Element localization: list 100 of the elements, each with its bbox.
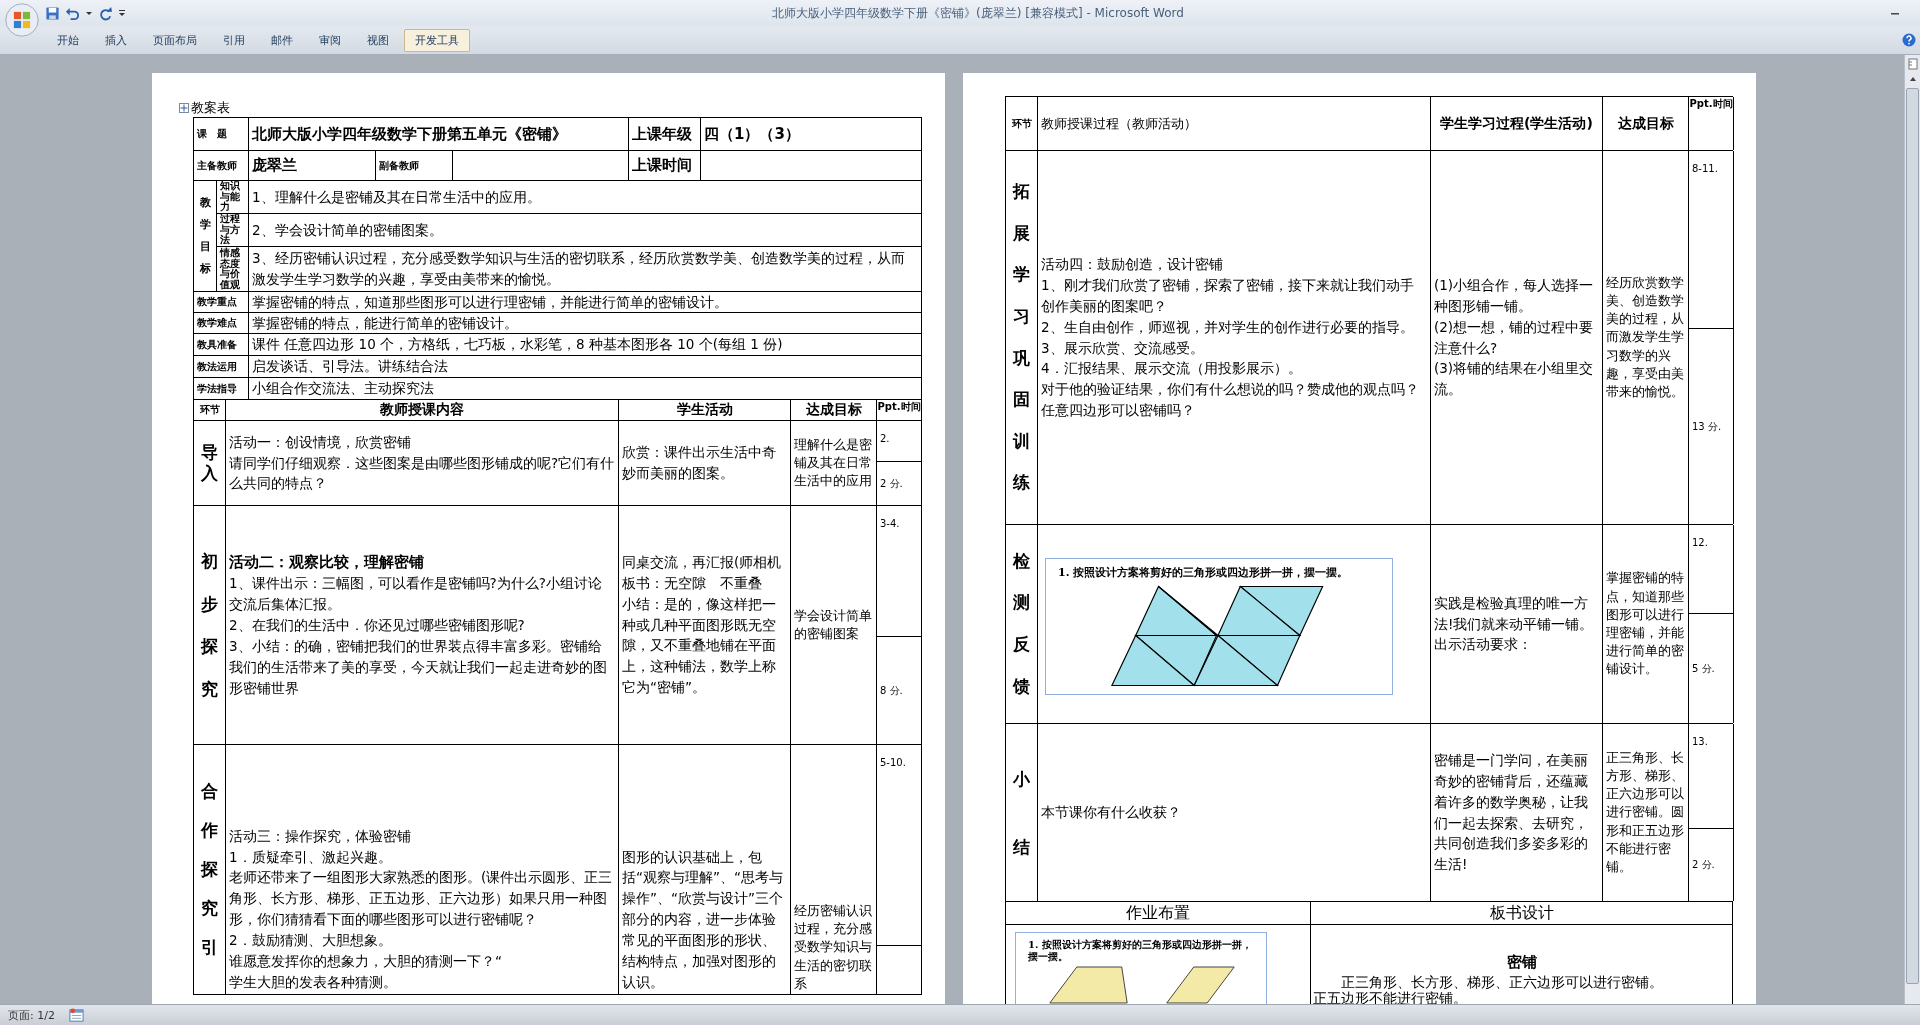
stage-label: 导入 (201, 441, 218, 485)
time-text: 5 分. (1692, 661, 1715, 676)
field-value: 掌握密铺的特点，能进行简单的密铺设计。 (252, 313, 519, 333)
ribbon-tab[interactable]: 页面布局 (142, 28, 208, 52)
ribbon-tab[interactable]: 插入 (94, 28, 138, 52)
goal-text: 经历密铺认识过程，充分感受数学知识与生活的密切联系 (794, 902, 873, 993)
student-activity-text: 同桌交流，再汇报(师相机板书：无空隙 不重叠 (622, 552, 783, 593)
lesson-text: 活动四：鼓励创造，设计密铺 (1041, 254, 1224, 274)
ribbon-tab[interactable]: 开始 (46, 28, 90, 52)
table-move-handle-icon[interactable] (179, 103, 189, 113)
layout-icon[interactable] (68, 1007, 84, 1023)
student-activity-text: (2)想一想，铺的过程中要注意什么? (1434, 317, 1595, 358)
time-text: 8-11. (1692, 163, 1718, 174)
field-value: 掌握密铺的特点，知道那些图形可以进行理密铺，并能进行简单的密铺设计。 (252, 292, 729, 312)
board-design-label: 板书设计 (1489, 902, 1554, 924)
lesson-text: 1．质疑牵引、激起兴趣。 (229, 847, 393, 867)
lesson-text: 1、课件出示：三幅图，可以看作是密铺吗?为什么?小组讨论交流后集体汇报。 (229, 574, 603, 615)
column-header: 教师授课内容 (380, 401, 464, 419)
stage-label: 拓展学习巩固训练 (1013, 179, 1030, 495)
board-title: 密铺 (1506, 953, 1537, 972)
column-header: 达成目标 (805, 401, 862, 419)
stage-label: 小结 (1013, 767, 1030, 859)
lesson-text: 请同学们仔细观察．这些图案是由哪些图形铺成的呢?它们有什么共同的特点？ (229, 453, 615, 494)
time-text: 2. (880, 433, 890, 444)
ribbon-tab[interactable]: 邮件 (260, 28, 304, 52)
student-activity-text: 小结：是的，像这样把一种或几种平面图形既无空隙，又不重叠地铺在平面上，这种铺法，数学上称它为“密铺”。 (622, 594, 777, 698)
student-activity-text: 实践是检验真理的唯一方法!我们就来动平铺一铺。 (1434, 593, 1595, 634)
goal-text: 掌握密铺的特点，知道那些图形可以进行理密铺，并能进行简单的密铺设计。 (1606, 569, 1685, 679)
stage-label: 合作探究引 (201, 779, 218, 960)
column-header: 环节 (199, 403, 220, 417)
student-activity-text: 图形的认识基础上，包括“观察与理解”、“思考与操作”、“欣赏与设计”三个部分的内容，进一步体验常见的平面图形的形状、结构特点，加强对图形的认识。 (622, 847, 784, 993)
help-icon[interactable] (1902, 33, 1916, 47)
field-label: 教学重点 (197, 295, 238, 309)
time-text: 13 分. (1692, 419, 1722, 434)
column-header: 学生活动 (676, 401, 733, 419)
ribbon-tab[interactable]: 引用 (212, 28, 256, 52)
window-title: 北师大版小学四年级数学下册《密铺》(庞翠兰) [兼容模式] - Microsoft Word (772, 4, 1184, 22)
goal-type-label: 过程与方法 (220, 214, 240, 246)
lesson-text: 2．鼓励猜测、大胆想象。 (229, 931, 393, 951)
figure-caption: 1. 按照设计方案将剪好的三角形或四边形拼一拼，摆一摆。 (1058, 564, 1350, 580)
table-heading: 教案表 (191, 99, 230, 117)
ribbon-tab[interactable]: 审阅 (308, 28, 352, 52)
field-value: 小组合作交流法、主动探究法 (252, 379, 435, 399)
stage-label: 初步探究 (201, 550, 218, 701)
undo-icon[interactable] (65, 5, 80, 21)
field-value: 课件 任意四边形 10 个，方格纸，七巧板，水彩笔，8 种基本图形各 10 个(每组 1 份) (252, 335, 784, 355)
grade-value: 四（1）（3） (704, 124, 801, 144)
lesson-text: 3、小结：的确，密铺把我们的世界装点得丰富多彩。密铺给我们的生活带来了美的享受，今天就让我们一起走进奇妙的图形密铺世界 (229, 637, 608, 699)
column-header: Ppt.时间 (1689, 97, 1733, 111)
field-label: 教法运用 (197, 359, 238, 374)
field-label: 上课时间 (632, 156, 693, 175)
field-label: 学法指导 (197, 381, 238, 396)
time-text: 12. (1692, 537, 1708, 548)
goal-type-label: 情感态度与价值观 (220, 248, 240, 290)
lesson-text: 3、展示欣赏、交流感受。 (1041, 338, 1205, 358)
board-text: 正三角形、长方形、梯形、正六边形可以进行密铺。 (1340, 974, 1664, 991)
goal-text: 经历欣赏数学美、创造数学美的过程，从而激发学生学习数学的兴趣，享受由美带来的愉悦。 (1606, 273, 1685, 401)
course-title: 北师大版小学四年级数学下册第五单元《密铺》 (252, 124, 568, 144)
time-text: 13. (1692, 736, 1708, 747)
column-header: 环节 (1011, 116, 1032, 131)
lesson-text: 任意四边形可以密铺吗？ (1041, 401, 1196, 421)
ribbon-tab[interactable]: 视图 (356, 28, 400, 52)
field-label: 副备教师 (379, 158, 420, 173)
time-text: 8 分. (880, 683, 903, 698)
column-header: 学生学习过程(学生活动) (1440, 114, 1593, 133)
goal-text: 学会设计简单的密铺图案 (794, 606, 873, 643)
time-text: 2 分. (1692, 858, 1715, 872)
student-activity-text: 出示活动要求： (1434, 635, 1533, 655)
student-activity-text: (3)将铺的结果在小组里交流。 (1434, 359, 1595, 400)
student-activity-text: 欣赏：课件出示生活中奇妙而美丽的图案。 (622, 443, 777, 483)
stage-label: 检测反馈 (1013, 549, 1030, 698)
lesson-text: 活动三：操作探究，体验密铺 (229, 826, 412, 846)
ribbon-tab[interactable]: 开发工具 (404, 28, 470, 52)
lesson-text: 本节课你有什么收获？ (1041, 803, 1182, 823)
column-header: Ppt.时间 (877, 400, 921, 414)
field-label: 教学难点 (197, 316, 238, 330)
lesson-text: 老师还带来了一组图形大家熟悉的图形。(课件出示圆形、正三角形、长方形、梯形、正五边形、正六边形）如果只用一种图形，你们猜猜看下面的哪些图形可以进行密铺呢？ (229, 868, 614, 930)
time-text: 3-4. (880, 518, 900, 529)
lesson-text: 1、刚才我们欣赏了密铺，探索了密铺，接下来就让我们动手创作美丽的图案吧？ (1041, 275, 1415, 316)
objective-text: 2、学会设计简单的密铺图案。 (252, 220, 444, 240)
lesson-text: 活动二：观察比较，理解密铺 (229, 553, 425, 572)
homework-label: 作业布置 (1126, 902, 1190, 924)
student-activity-text: 密铺是一门学问，在美丽奇妙的密铺背后，还蕴藏着许多的数学奥秘，让我们一起去探索、去研究，共同创造我们多姿多彩的生活! (1434, 750, 1589, 875)
objective-text: 3、经历密铺认识过程，充分感受数学知识与生活的密切联系，经历欣赏数学美、创造数学美的过程，从而激发学生学习数学的兴趣，享受由美带来的愉悦。 (252, 249, 906, 289)
teacher-name: 庞翠兰 (252, 156, 298, 175)
student-activity-text: (1)小组合作，每人选择一种图形铺一铺。 (1434, 275, 1595, 316)
lesson-text: 2、在我们的生活中．你还见过哪些密铺图形呢? (229, 616, 526, 636)
goals-label: 教学目标 (199, 195, 211, 277)
figure-caption: 1. 按照设计方案将剪好的三角形或四边形拼一拼，摆一摆。 (1028, 939, 1253, 962)
time-text: 2 分. (880, 476, 903, 491)
save-icon[interactable] (45, 5, 60, 21)
customize-caret-icon[interactable] (118, 9, 126, 17)
column-header: 教师授课过程（教师活动） (1041, 114, 1197, 133)
time-text: 5-10. (880, 757, 906, 768)
column-header: 达成目标 (1617, 114, 1674, 133)
goal-text: 理解什么是密铺及其在日常生活中的应用 (794, 435, 873, 491)
redo-icon[interactable] (98, 5, 113, 21)
caret-icon[interactable] (85, 9, 93, 17)
lesson-text: 2、生自由创作，师巡视，并对学生的创作进行必要的指导。 (1041, 317, 1415, 337)
objective-text: 1、理解什么是密铺及其在日常生活中的应用。 (252, 187, 542, 207)
